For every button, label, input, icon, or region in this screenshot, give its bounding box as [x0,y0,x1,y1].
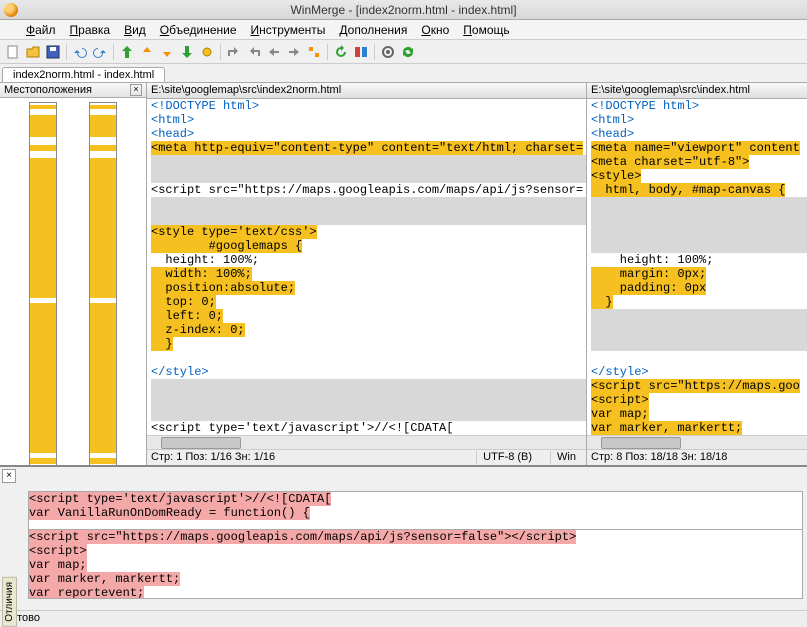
right-pos: Стр: 8 Поз: 18/18 Зн: 18/18 [591,451,727,464]
refresh-icon[interactable] [332,43,350,61]
menu-tools[interactable]: Инструменты [245,21,332,39]
location-strip-right[interactable] [89,102,117,472]
undo-icon[interactable] [71,43,89,61]
menu-help[interactable]: Помощь [457,21,515,39]
diff-curr-icon[interactable] [198,43,216,61]
right-file-pane: E:\site\googlemap\src\index.html <!DOCTY… [587,83,807,465]
location-title: Местоположения [4,84,92,96]
right-status: Стр: 8 Поз: 18/18 Зн: 18/18 [587,449,807,465]
location-body[interactable] [0,98,146,476]
close-diff-icon[interactable]: × [2,469,16,483]
tab-active[interactable]: index2norm.html - index.html [2,67,165,82]
refresh2-icon[interactable] [399,43,417,61]
left-status: Стр: 1 Поз: 1/16 Зн: 1/16 UTF-8 (B) Win [147,449,586,465]
menu-merge[interactable]: Объединение [154,21,243,39]
document-tabs: index2norm.html - index.html [0,64,807,82]
left-file-pane: E:\site\googlemap\src\index2norm.html <!… [147,83,587,465]
diff-last-icon[interactable] [178,43,196,61]
right-code[interactable]: <!DOCTYPE html><html><head><meta name="v… [587,99,807,435]
copy-right-all-icon[interactable] [265,43,283,61]
diff-next-icon[interactable] [158,43,176,61]
diff-tab-label[interactable]: Отличия [2,577,17,627]
window-title: WinMerge - [index2norm.html - index.html… [290,3,516,17]
menu-window[interactable]: Окно [415,21,455,39]
left-file-path: E:\site\googlemap\src\index2norm.html [147,83,586,99]
new-icon[interactable] [4,43,22,61]
open-icon[interactable] [24,43,42,61]
redo-icon[interactable] [91,43,109,61]
menubar[interactable]: Файл Правка Вид Объединение Инструменты … [0,20,807,40]
titlebar: WinMerge - [index2norm.html - index.html… [0,0,807,20]
eol: Win [550,451,582,464]
menu-file[interactable]: Файл [20,21,62,39]
diff-first-icon[interactable] [118,43,136,61]
statusbar: Готово [0,610,807,627]
workspace: Местоположения × E:\site\googlem [0,82,807,465]
menu-plugins[interactable]: Дополнения [333,21,413,39]
app-icon [4,3,18,17]
save-icon[interactable] [44,43,62,61]
left-pos: Стр: 1 Поз: 1/16 Зн: 1/16 [151,451,275,464]
right-file-path: E:\site\googlemap\src\index.html [587,83,807,99]
merge-icon[interactable] [305,43,323,61]
copy-left-icon[interactable] [245,43,263,61]
right-hscroll[interactable] [587,435,807,449]
close-icon[interactable]: × [130,84,142,96]
diff-bottom[interactable]: <script src="https://maps.googleapis.com… [28,529,803,599]
menu-edit[interactable]: Правка [64,21,117,39]
location-strip-left[interactable] [29,102,57,472]
location-header: Местоположения × [0,83,146,98]
diff-prev-icon[interactable] [138,43,156,61]
all-icon[interactable] [352,43,370,61]
copy-right-icon[interactable] [225,43,243,61]
location-pane: Местоположения × [0,83,147,465]
diff-top[interactable]: <script type='text/javascript'>//<![CDAT… [28,491,803,533]
encoding: UTF-8 (B) [476,451,538,464]
menu-view[interactable]: Вид [118,21,152,39]
diff-detail-pane: × Отличия <script type='text/javascript'… [0,465,807,610]
toolbar [0,40,807,64]
left-hscroll[interactable] [147,435,586,449]
app-menu-icon[interactable] [6,21,18,39]
left-code[interactable]: <!DOCTYPE html><html><head><meta http-eq… [147,99,586,435]
copy-left-all-icon[interactable] [285,43,303,61]
options-icon[interactable] [379,43,397,61]
